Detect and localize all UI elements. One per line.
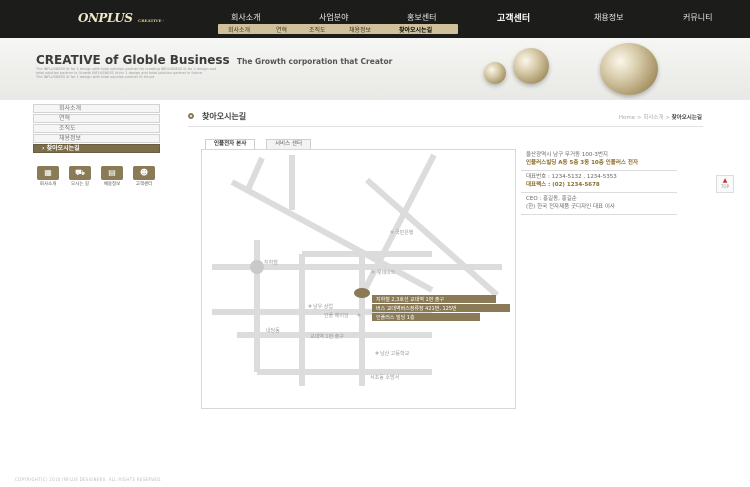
breadcrumb-separator: > [665, 115, 670, 121]
quick-link-directions[interactable]: ⛟ 오시는 길 [69, 166, 91, 187]
chevron-right-icon: › [42, 145, 45, 152]
page-title: 찾아오시는길 [188, 111, 246, 122]
global-nav: 회사소개 사업분야 홍보센터 고객센터 채용정보 커뮤니티 [0, 12, 750, 24]
banner-tagline: The Growth corporation that Creator [236, 57, 393, 66]
sidebar-item-location[interactable]: › 찾아오시는길 [33, 144, 160, 153]
callout-subway: 지하철 2,3호선 교대역 1번 출구 [376, 296, 444, 303]
location-map: 국민은행 지하철 롯데마트 남우 상업 인플 메이잉 내당동 교대역 1번 출구… [201, 149, 516, 409]
globe-small-image [484, 62, 506, 84]
company-info: 울산광역시 남구 무거동 100-3번지 인플러스빌딩 A동 5층 3동 10층… [521, 149, 677, 215]
car-icon: ⛟ [69, 166, 91, 180]
map-label-bank: 국민은행 [395, 229, 414, 236]
sidebar-item-history[interactable]: 연혁 [33, 114, 160, 123]
address-building: 인플러스빌딩 A동 5층 3동 10층 인플러스 전자 [526, 159, 639, 166]
quick-link-label: 오시는 길 [71, 182, 89, 187]
map-label-office: 인플 메이잉 [324, 312, 349, 319]
ceo-name: CEO : 홍길동, 홍길순 [526, 196, 577, 202]
nav-recruit[interactable]: 채용정보 [594, 12, 623, 23]
globe-large-image [600, 43, 658, 95]
nav-community[interactable]: 커뮤니티 [683, 12, 712, 23]
sidebar-item-label: 찾아오시는길 [46, 145, 80, 152]
nav-customer[interactable]: 고객센터 [497, 11, 530, 24]
map-roads: 국민은행 지하철 롯데마트 남우 상업 인플 메이잉 내당동 교대역 1번 출구… [212, 153, 510, 386]
breadcrumb-home[interactable]: Home [619, 115, 635, 121]
company-location-marker [354, 288, 370, 298]
subnav-org[interactable]: 조직도 [309, 25, 326, 34]
quick-link-recruit[interactable]: ▤ 채용정보 [101, 166, 123, 187]
tab-headquarters[interactable]: 인플전자 본사 [205, 139, 256, 149]
contact-block: 대표번호 : 1234-5132 , 1234-5353 대표팩스 : (02)… [521, 171, 677, 193]
subnav-history[interactable]: 연혁 [276, 25, 287, 34]
document-icon: ▤ [101, 166, 123, 180]
banner-title-emphasis: CREATIVE [36, 53, 101, 67]
breadcrumb-current: 찾아오시는길 [671, 115, 702, 121]
subnav-recruit[interactable]: 채용정보 [349, 25, 371, 34]
banner-title-rest: of Globle Business [100, 53, 230, 67]
fax-number: 대표팩스 : (02) 1234-5678 [526, 181, 600, 188]
nav-business[interactable]: 사업분야 [319, 12, 348, 23]
scroll-top-button[interactable]: ▲ TOP [716, 175, 734, 193]
ceo-block: CEO : 홍길동, 홍길순 (한) 한국 전자제품 굿디자인 대표 이사 [521, 193, 677, 215]
sidebar-item-org[interactable]: 조직도 [33, 124, 160, 133]
sidebar-item-recruit[interactable]: 채용정보 [33, 134, 160, 143]
footer-copyright: COPYRIGHT(C) 2010 INFLUS DESIGNERS. ALL … [15, 477, 163, 482]
map-label-exit: 교대역 1번 출구 [310, 333, 344, 340]
breadcrumb-section[interactable]: 회사소개 [643, 115, 663, 121]
subway-station-marker [250, 260, 264, 274]
callout-building: 인플러스 빌딩 1층 [376, 314, 415, 321]
top-header: ONPLUS CREATIVE · 회사소개 사업분야 홍보센터 고객센터 채용… [0, 0, 750, 38]
quick-link-label: 채용정보 [103, 182, 121, 187]
quick-link-label: 회사소개 [39, 182, 57, 187]
quick-link-label: 고객센터 [135, 182, 153, 187]
tab-service-center[interactable]: 서비스 센터 [266, 139, 312, 149]
globe-medium-image [513, 48, 549, 84]
subnav-company[interactable]: 회사소개 [228, 25, 250, 34]
map-label-fire-station: 서초동 소방서 [370, 374, 399, 381]
banner: CREATIVE of Globle Business The Growth c… [0, 38, 750, 100]
ceo-note: (한) 한국 전자제품 굿디자인 대표 이사 [526, 203, 615, 210]
map-label-school: 남산 고등학교 [380, 350, 410, 357]
quick-link-company[interactable]: ▦ 회사소개 [37, 166, 59, 187]
page-title-text: 찾아오시는길 [202, 112, 247, 121]
banner-title: CREATIVE of Globle Business The Growth c… [36, 53, 392, 67]
nav-pr[interactable]: 홍보센터 [407, 12, 436, 23]
map-label-nadang: 내당동 [266, 327, 280, 334]
people-icon: ☻ [133, 166, 155, 180]
breadcrumb-separator: > [636, 115, 642, 121]
callout-bus: 버스 교대역버스정류장 421번, 125번 [376, 305, 457, 312]
phone-number: 대표번호 : 1234-5132 , 1234-5353 [526, 174, 617, 180]
map-label-namu: 남우 상업 [313, 303, 333, 310]
sidebar-menu: 회사소개 연혁 조직도 채용정보 › 찾아오시는길 [33, 104, 160, 154]
banner-fine-print: The INFLUSNESS lit for 1 design with tot… [36, 75, 155, 79]
quick-links: ▦ 회사소개 ⛟ 오시는 길 ▤ 채용정보 ☻ 고객센터 [37, 166, 161, 188]
quick-link-customer[interactable]: ☻ 고객센터 [133, 166, 155, 187]
address-line: 울산광역시 남구 무거동 100-3번지 [526, 152, 608, 158]
nav-company[interactable]: 회사소개 [231, 12, 260, 23]
address-block: 울산광역시 남구 무거동 100-3번지 인플러스빌딩 A동 5층 3동 10층… [521, 149, 677, 171]
map-label-station: 지하철 [264, 259, 278, 266]
scroll-top-label: TOP [720, 184, 729, 189]
map-label-mart: 롯데마트 [377, 269, 396, 276]
title-divider [188, 126, 703, 127]
sidebar-item-company[interactable]: 회사소개 [33, 104, 160, 113]
subnav-location[interactable]: 찾아오시는길 [399, 25, 432, 34]
building-icon: ▦ [37, 166, 59, 180]
breadcrumb: Home > 회사소개 > 찾아오시는길 [619, 113, 702, 121]
sub-nav: 회사소개 연혁 조직도 채용정보 찾아오시는길 [218, 24, 458, 34]
